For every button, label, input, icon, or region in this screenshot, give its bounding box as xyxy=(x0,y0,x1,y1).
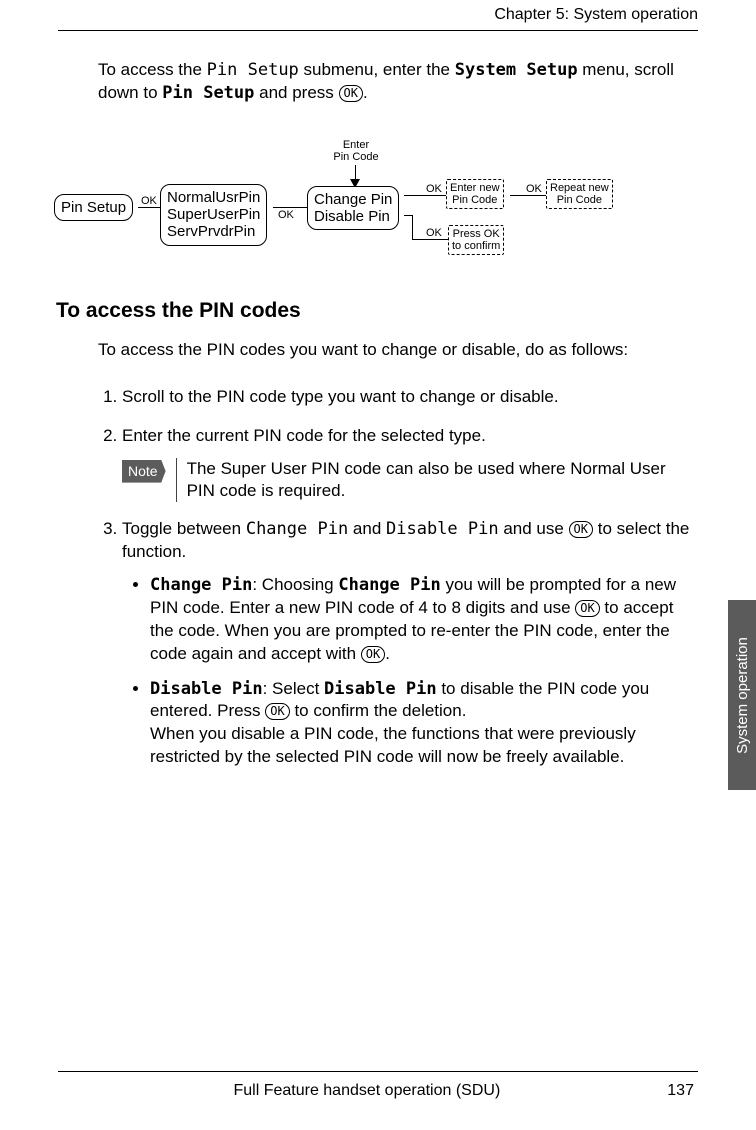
b1f: . xyxy=(385,644,390,663)
conn-5b xyxy=(412,215,413,239)
note-block: Note The Super User PIN code can also be… xyxy=(122,458,698,502)
ok-key-icon: OK xyxy=(339,85,363,102)
bullet-change-pin: Change Pin: Choosing Change Pin you will… xyxy=(150,574,698,666)
repeat-new-l1: Repeat new xyxy=(550,182,609,194)
b2e: to confirm the deletion. xyxy=(290,701,467,720)
intro-system-setup: System Setup xyxy=(455,60,578,80)
press-ok-confirm-box: Press OK to confirm xyxy=(448,225,504,255)
intro-pin-setup-code: Pin Setup xyxy=(207,60,299,80)
conn-5a xyxy=(404,215,412,216)
conn-1 xyxy=(138,207,160,208)
step-list: Scroll to the PIN code type you want to … xyxy=(98,386,698,769)
note-divider xyxy=(176,458,177,502)
bullet-disable-pin: Disable Pin: Select Disable Pin to disab… xyxy=(150,678,698,770)
conn-2 xyxy=(273,207,307,208)
intro-paragraph: To access the Pin Setup submenu, enter t… xyxy=(98,59,698,105)
enter-l1: Enter xyxy=(343,139,369,151)
ok-label-1: OK xyxy=(141,195,157,207)
enter-new-l1: Enter new xyxy=(450,182,500,194)
ok-key-icon: OK xyxy=(265,703,289,720)
section-heading: To access the PIN codes xyxy=(56,299,698,323)
b1c: Change Pin xyxy=(338,575,440,595)
b2f: When you disable a PIN code, the functio… xyxy=(150,724,636,766)
b2a: Disable Pin xyxy=(150,679,263,699)
s3a: Toggle between xyxy=(122,519,246,538)
repeat-new-pin-box: Repeat new Pin Code xyxy=(546,179,613,209)
ok-label-2: OK xyxy=(278,209,294,221)
pin-setup-box: Pin Setup xyxy=(54,194,133,221)
change-disable-box: Change Pin Disable Pin xyxy=(307,186,399,231)
ok-label-3: OK xyxy=(426,183,442,195)
normal-usr-pin: NormalUsrPin xyxy=(167,189,260,206)
ok-key-icon: OK xyxy=(361,646,385,663)
enter-pincode-label: Enter Pin Code xyxy=(326,139,386,163)
chapter-header: Chapter 5: System operation xyxy=(58,0,698,24)
press-ok-l1: Press OK xyxy=(452,228,500,240)
conn-5c xyxy=(412,239,448,240)
intro-pin-setup-bold: Pin Setup xyxy=(162,83,254,103)
section-intro: To access the PIN codes you want to chan… xyxy=(98,339,698,362)
step-2: Enter the current PIN code for the selec… xyxy=(122,425,698,502)
conn-4 xyxy=(510,195,546,196)
b2c: Disable Pin xyxy=(324,679,437,699)
ok-label-5: OK xyxy=(426,227,442,239)
header-rule xyxy=(58,30,698,31)
b1b: : Choosing xyxy=(252,575,338,594)
flow-diagram: Enter Pin Code Pin Setup OK NormalUsrPin… xyxy=(48,139,708,269)
conn-3a xyxy=(404,195,446,196)
b2b: : Select xyxy=(263,679,324,698)
s3e: and use xyxy=(499,519,569,538)
disable-pin-option: Disable Pin xyxy=(314,208,392,225)
b1a: Change Pin xyxy=(150,575,252,595)
intro-t1: To access the xyxy=(98,60,207,79)
ok-key-icon: OK xyxy=(569,521,593,538)
footer-title: Full Feature handset operation (SDU) xyxy=(233,1082,500,1100)
intro-t7: and press xyxy=(254,83,338,102)
step-3: Toggle between Change Pin and Disable Pi… xyxy=(122,518,698,769)
ok-key-icon: OK xyxy=(575,600,599,617)
s3c: and xyxy=(348,519,386,538)
footer: . Full Feature handset operation (SDU) 1… xyxy=(58,1071,698,1100)
note-text: The Super User PIN code can also be used… xyxy=(187,458,698,502)
page-number: 137 xyxy=(667,1082,694,1100)
pin-types-box: NormalUsrPin SuperUserPin ServPrvdrPin xyxy=(160,184,267,246)
enter-new-l2: Pin Code xyxy=(450,194,500,206)
super-user-pin: SuperUserPin xyxy=(167,206,260,223)
change-pin-option: Change Pin xyxy=(314,191,392,208)
side-tab-label: System operation xyxy=(734,637,751,754)
repeat-new-l2: Pin Code xyxy=(550,194,609,206)
intro-t3: submenu, enter the xyxy=(299,60,455,79)
s3b: Change Pin xyxy=(246,519,348,539)
step-2-text: Enter the current PIN code for the selec… xyxy=(122,426,486,445)
press-ok-l2: to confirm xyxy=(452,240,500,252)
step-1: Scroll to the PIN code type you want to … xyxy=(122,386,698,409)
side-tab: System operation xyxy=(728,600,756,790)
enter-l2: Pin Code xyxy=(333,151,378,163)
ok-label-4: OK xyxy=(526,183,542,195)
bullet-list: Change Pin: Choosing Change Pin you will… xyxy=(122,574,698,770)
enter-new-pin-box: Enter new Pin Code xyxy=(446,179,504,209)
s3d: Disable Pin xyxy=(386,519,499,539)
serv-prvdr-pin: ServPrvdrPin xyxy=(167,223,260,240)
footer-rule xyxy=(58,1071,698,1072)
note-tag: Note xyxy=(122,460,166,483)
